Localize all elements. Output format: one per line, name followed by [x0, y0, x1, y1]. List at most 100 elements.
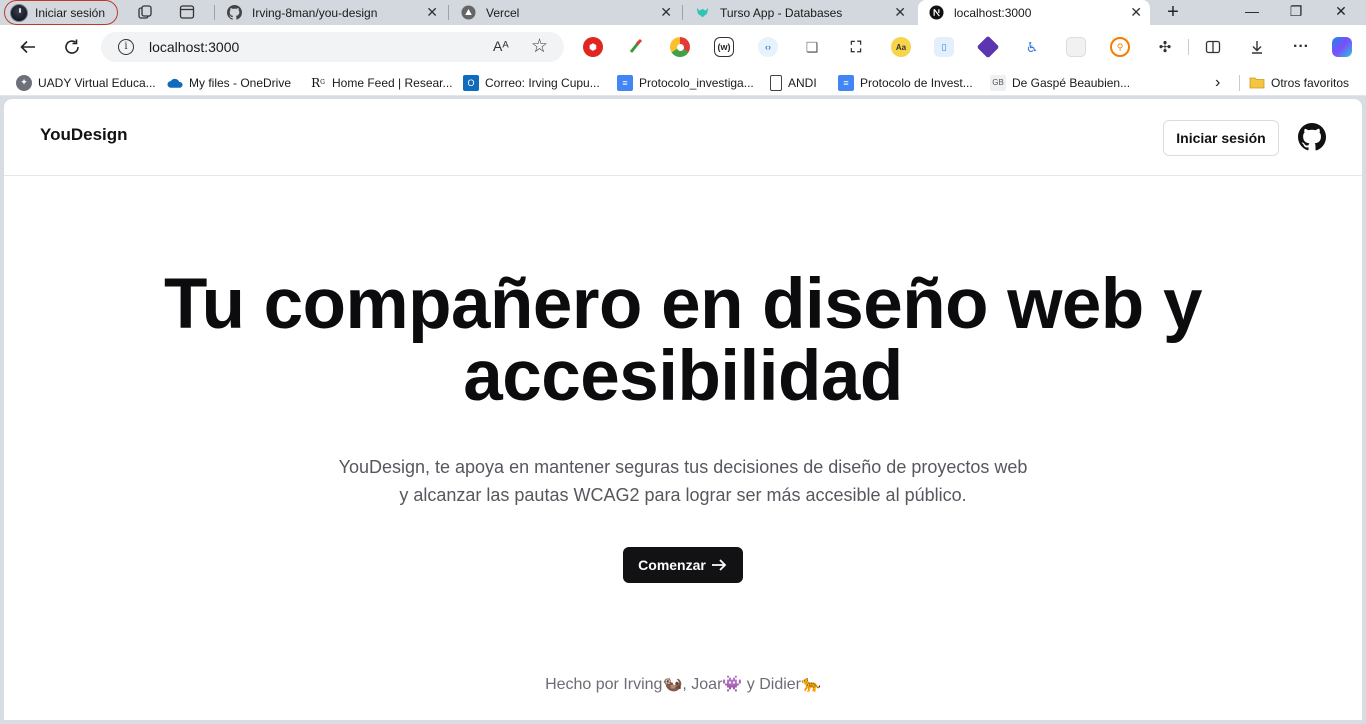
downloads-icon[interactable] — [1247, 37, 1267, 57]
restore-button[interactable]: ❐ — [1273, 3, 1319, 20]
copilot-icon[interactable] — [1332, 37, 1352, 57]
bookmark-item[interactable]: ≡ Protocolo de Invest... — [838, 74, 973, 91]
collections-extension-icon[interactable]: ❏ — [802, 37, 822, 57]
address-bar[interactable]: i localhost:3000 Aᴬ ☆ — [101, 32, 564, 62]
bookmark-item[interactable]: ≡ Protocolo_investiga... — [617, 74, 754, 91]
hero-title: Tu compañero en diseño web y accesibilid… — [4, 269, 1362, 413]
clipboard-extension-icon[interactable]: ▯ — [934, 37, 954, 57]
toolbar-separator — [1188, 39, 1189, 55]
page-icon — [770, 74, 782, 91]
close-tab-icon[interactable]: ✕ — [660, 5, 672, 19]
site-info-icon[interactable]: i — [118, 39, 134, 55]
diamond-extension-icon[interactable] — [976, 35, 1000, 59]
tab-vercel[interactable]: Vercel ✕ — [450, 0, 680, 25]
start-button-label: Comenzar — [638, 557, 706, 573]
extensions-puzzle-icon[interactable]: ✣ — [1155, 37, 1175, 57]
bookmark-item[interactable]: ✦ UADY Virtual Educa... — [16, 74, 156, 91]
tab-title: localhost:3000 — [954, 5, 1032, 20]
hero-title-line: accesibilidad — [463, 337, 903, 416]
bookmarks-more-button[interactable]: › — [1215, 74, 1220, 91]
hero-subtitle-line: y alcanzar las pautas WCAG2 para lograr … — [399, 485, 967, 505]
minimize-button[interactable]: — — [1229, 3, 1275, 19]
close-tab-icon[interactable]: ✕ — [894, 5, 906, 19]
researchgate-icon: RG — [310, 74, 326, 91]
gaspe-icon: GB — [990, 74, 1006, 91]
tab-title: Vercel — [486, 5, 520, 20]
outlook-icon: O — [463, 74, 479, 91]
back-button[interactable] — [17, 36, 39, 58]
new-tab-button[interactable]: + — [1150, 1, 1196, 24]
favorite-star-icon[interactable]: ☆ — [531, 35, 548, 58]
bookmark-label: Otros favoritos — [1271, 75, 1350, 90]
hero-title-line: Tu compañero en diseño web y — [163, 265, 1203, 344]
bookmark-label: Home Feed | Resear... — [332, 75, 453, 90]
tab-separator — [448, 5, 449, 20]
split-screen-icon[interactable] — [1203, 37, 1223, 57]
blank-extension-icon[interactable] — [1066, 37, 1086, 57]
back-arrow-icon — [20, 40, 35, 54]
screenshot-extension-icon[interactable]: ⛶ — [846, 37, 866, 57]
close-tab-icon[interactable]: ✕ — [426, 5, 438, 19]
google-docs-icon: ≡ — [617, 74, 633, 91]
uady-icon: ✦ — [16, 74, 32, 91]
profile-avatar-icon — [10, 3, 28, 22]
github-icon — [226, 5, 242, 21]
bookmark-label: Protocolo_investiga... — [639, 75, 754, 90]
nextjs-icon — [928, 5, 944, 21]
onedrive-cloud-icon — [167, 75, 183, 91]
close-tab-icon[interactable]: ✕ — [1130, 5, 1142, 19]
tab-localhost[interactable]: localhost:3000 ✕ — [918, 0, 1150, 25]
reload-icon — [65, 39, 79, 54]
browser-toolbar: i localhost:3000 Aᴬ ☆ ⬢ (w) ‹› ❏ ⛶ Aa ▯ … — [0, 25, 1366, 69]
more-options-icon[interactable]: ··· — [1291, 37, 1311, 57]
color-picker-extension-icon[interactable] — [626, 37, 646, 57]
hero-subtitle: YouDesign, te apoya en mantener seguras … — [333, 453, 1033, 509]
bookmark-label: De Gaspé Beaubien... — [1012, 75, 1131, 90]
bookmark-item[interactable]: RG Home Feed | Resear... — [310, 74, 453, 91]
workspaces-icon[interactable] — [137, 4, 153, 20]
read-aloud-icon[interactable]: Aᴬ — [493, 38, 509, 54]
bookmark-item[interactable]: GB De Gaspé Beaubien... — [990, 74, 1130, 91]
bookmark-label: ANDI — [788, 75, 817, 90]
wave-extension-icon[interactable]: (w) — [714, 37, 734, 57]
chrome-extension-icon[interactable] — [670, 37, 690, 57]
tab-separator — [682, 5, 683, 20]
accessibility-extension-icon[interactable]: ♿ — [1022, 37, 1042, 57]
other-favorites-folder[interactable]: Otros favoritos — [1249, 74, 1349, 91]
profile-label: Iniciar sesión — [35, 5, 106, 20]
tab-actions-icon[interactable] — [179, 4, 195, 20]
web-page: YouDesign Iniciar sesión Tu compañero en… — [4, 99, 1362, 720]
tab-title: Turso App - Databases — [720, 5, 843, 20]
site-header: YouDesign Iniciar sesión — [4, 99, 1362, 176]
bookmark-item[interactable]: ANDI — [770, 74, 817, 91]
footer-credits: Hecho por Irving🦦, Joar👾 y Didier🐆 — [545, 676, 821, 693]
start-button[interactable]: Comenzar — [623, 547, 743, 583]
vercel-icon — [460, 5, 476, 21]
dictionary-extension-icon[interactable]: Aa — [891, 37, 911, 57]
close-window-button[interactable]: ✕ — [1318, 3, 1364, 20]
tab-github[interactable]: Irving-8man/you-design ✕ — [216, 0, 446, 25]
chevron-right-icon: › — [1215, 73, 1221, 91]
tab-turso[interactable]: Turso App - Databases ✕ — [684, 0, 914, 25]
adblock-extension-icon[interactable]: ⬢ — [583, 37, 603, 57]
tab-separator — [214, 5, 215, 20]
folder-icon — [1249, 75, 1265, 91]
hero-subtitle-line: YouDesign, te apoya en mantener seguras … — [338, 457, 1028, 477]
brand-logo[interactable]: YouDesign — [40, 125, 128, 145]
github-icon[interactable] — [1298, 123, 1326, 151]
reload-button[interactable] — [61, 36, 83, 58]
bookmark-item[interactable]: My files - OneDrive — [167, 74, 291, 91]
address-url[interactable]: localhost:3000 — [149, 39, 239, 55]
plus-icon: + — [1167, 1, 1179, 23]
search-extension-icon[interactable]: ⚲ — [1110, 37, 1130, 57]
profile-button[interactable]: Iniciar sesión — [4, 0, 118, 25]
code-extension-icon[interactable]: ‹› — [758, 37, 778, 57]
google-docs-icon: ≡ — [838, 74, 854, 91]
bookmark-label: UADY Virtual Educa... — [38, 75, 156, 90]
turso-icon — [694, 5, 710, 21]
tab-title: Irving-8man/you-design — [252, 5, 378, 20]
bookmark-label: My files - OneDrive — [189, 75, 292, 90]
bookmark-item[interactable]: O Correo: Irving Cupu... — [463, 74, 600, 91]
signin-button[interactable]: Iniciar sesión — [1163, 120, 1279, 156]
bookmarks-separator — [1239, 75, 1240, 91]
